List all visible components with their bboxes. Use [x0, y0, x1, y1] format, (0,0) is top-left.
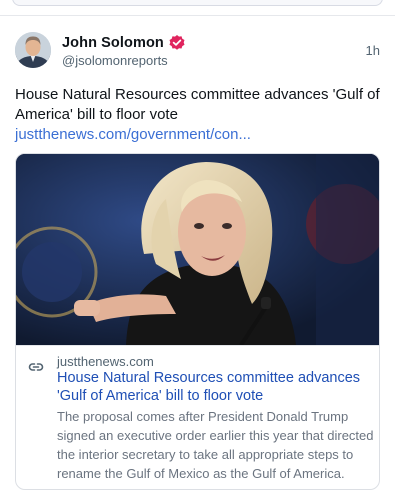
- link-icon: [27, 358, 45, 376]
- post[interactable]: John Solomon @jsolomonreports 1h House N…: [0, 16, 395, 500]
- card-domain[interactable]: justthenews.com: [57, 354, 154, 369]
- previous-post-edge: [0, 0, 395, 16]
- card-image[interactable]: [16, 154, 379, 345]
- post-text: House Natural Resources committee advanc…: [15, 85, 383, 145]
- link-preview-card[interactable]: justthenews.com House Natural Resources …: [15, 153, 380, 490]
- card-description: The proposal comes after President Donal…: [57, 409, 374, 481]
- avatar[interactable]: [15, 32, 51, 68]
- author-name-row: John Solomon: [62, 33, 186, 53]
- card-title[interactable]: House Natural Resources committee advanc…: [57, 369, 372, 405]
- author-display-name[interactable]: John Solomon: [62, 35, 164, 51]
- post-timestamp[interactable]: 1h: [366, 43, 380, 58]
- post-body-text: House Natural Resources committee advanc…: [15, 86, 380, 123]
- previous-card-edge: [12, 0, 383, 6]
- avatar-image: [15, 32, 51, 68]
- verified-badge-icon: [168, 34, 186, 52]
- card-photo: [16, 154, 379, 345]
- post-link[interactable]: justthenews.com/government/con...: [15, 126, 251, 143]
- card-meta: justthenews.com House Natural Resources …: [16, 345, 379, 489]
- author-handle[interactable]: @jsolomonreports: [62, 53, 168, 68]
